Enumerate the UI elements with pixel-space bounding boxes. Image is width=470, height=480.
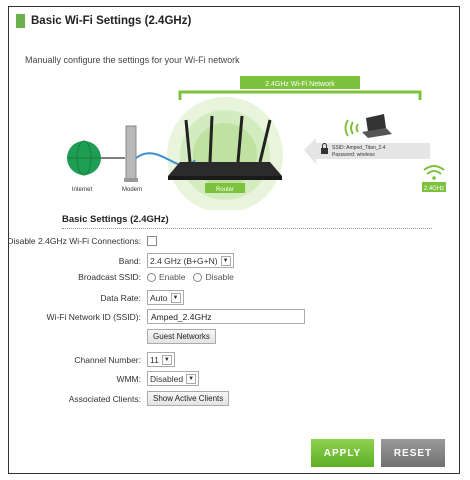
broadcast-enable-radio[interactable] [147, 272, 156, 282]
clients-row: Associated Clients: Show Active Clients [0, 391, 450, 406]
data-rate-select[interactable]: Auto ▼ [147, 290, 184, 305]
wmm-value: Disabled [150, 373, 184, 384]
disable-checkbox[interactable] [147, 236, 157, 246]
ssid-text: SSID: Amped_Titan_2.4 [332, 145, 386, 151]
chevron-down-icon: ▼ [220, 255, 231, 266]
modem-label: Modem [122, 187, 142, 193]
network-label: 2.4GHz Wi-Fi Network [265, 81, 335, 88]
channel-label: Channel Number: [74, 354, 141, 365]
password-text: Password: wireless [332, 152, 375, 158]
channel-select[interactable]: 11 ▼ [147, 352, 175, 367]
channel-row: Channel Number: 11 ▼ [0, 352, 450, 367]
band-select[interactable]: 2.4 GHz (B+G+N) ▼ [147, 253, 234, 268]
data-rate-row: Data Rate: Auto ▼ [0, 290, 450, 305]
band-badge: 2.4GHz [424, 186, 444, 192]
signal-glow [167, 97, 283, 210]
ssid-input-value: Amped_2.4GHz [151, 311, 212, 322]
chevron-down-icon: ▼ [170, 292, 181, 303]
modem-icon [124, 125, 138, 182]
data-rate-value: Auto [150, 292, 168, 303]
clients-label: Associated Clients: [68, 393, 141, 404]
guest-networks-button[interactable]: Guest Networks [147, 329, 216, 344]
broadcast-row: Broadcast SSID: Enable Disable [0, 272, 450, 282]
globe-icon [67, 140, 101, 176]
band-label: Band: [118, 255, 141, 266]
wmm-label: WMM: [116, 373, 141, 384]
wmm-select[interactable]: Disabled ▼ [147, 371, 200, 386]
basic-settings-section: Basic Settings (2.4GHz) [62, 214, 432, 229]
wifi-signal-icon [423, 165, 445, 180]
wmm-row: WMM: Disabled ▼ [0, 371, 450, 386]
page-title: Basic Wi-Fi Settings (2.4GHz) [31, 15, 192, 27]
band-value: 2.4 GHz (B+G+N) [150, 255, 218, 266]
chevron-down-icon: ▼ [186, 373, 197, 384]
wifi-waves-icon [344, 119, 359, 137]
show-active-clients-button[interactable]: Show Active Clients [147, 391, 230, 406]
broadcast-disable-label: Disable [205, 272, 234, 282]
apply-button[interactable]: APPLY [311, 439, 374, 467]
band-row: Band: 2.4 GHz (B+G+N) ▼ [0, 253, 450, 268]
network-bracket [178, 76, 422, 100]
guest-row: Guest Networks [0, 329, 450, 344]
broadcast-enable-label: Enable [159, 272, 186, 282]
laptop-icon [362, 114, 392, 138]
disable-label: Disable 2.4GHz Wi-Fi Connections: [7, 236, 141, 246]
router-label: Router [216, 187, 234, 193]
internet-label: Internet [72, 187, 93, 193]
page-header: Basic Wi-Fi Settings (2.4GHz) [16, 14, 191, 28]
chevron-down-icon: ▼ [161, 354, 172, 365]
disable-row: Disable 2.4GHz Wi-Fi Connections: [0, 236, 450, 246]
channel-value: 11 [150, 354, 159, 365]
ssid-row: Wi-Fi Network ID (SSID): Amped_2.4GHz [0, 309, 450, 324]
reset-button[interactable]: RESET [381, 439, 445, 467]
broadcast-label: Broadcast SSID: [78, 272, 141, 282]
title-accent-bar [16, 14, 25, 28]
network-diagram: 2.4GHz Wi-Fi Network Internet Modem Rout… [67, 76, 446, 210]
ssid-input[interactable]: Amped_2.4GHz [147, 309, 305, 324]
broadcast-disable-radio[interactable] [193, 272, 203, 282]
ssid-label: Wi-Fi Network ID (SSID): [46, 311, 141, 322]
data-rate-label: Data Rate: [100, 292, 141, 303]
page-subtitle: Manually configure the settings for your… [25, 55, 240, 65]
section-title: Basic Settings (2.4GHz) [62, 214, 432, 229]
